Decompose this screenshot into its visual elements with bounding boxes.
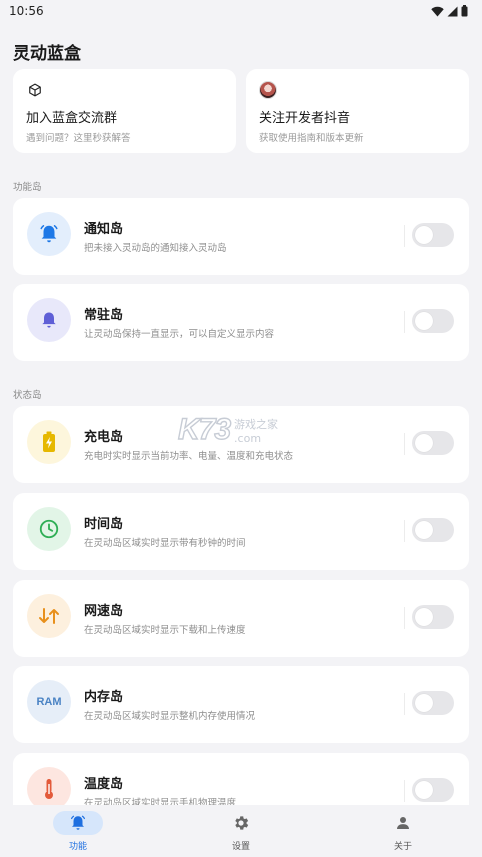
feature-desc: 把未接入灵动岛的通知接入灵动岛 — [84, 243, 227, 254]
toggle-charging[interactable] — [412, 431, 454, 455]
person-icon — [397, 817, 409, 829]
ram-icon-text: RAM — [36, 696, 62, 708]
follow-developer-subtitle: 获取使用指南和版本更新 — [259, 133, 364, 144]
gear-icon — [235, 816, 249, 830]
arrows-up-down-icon — [27, 594, 71, 638]
join-group-card[interactable]: 加入蓝盒交流群 遇到问题？这里秒获解答 — [13, 69, 236, 153]
feature-title: 时间岛 — [84, 517, 124, 532]
ram-icon: RAM — [27, 680, 71, 724]
nav-item-features[interactable]: 功能 — [38, 811, 118, 855]
toggle-temperature[interactable] — [412, 778, 454, 802]
nav-label-features: 功能 — [68, 842, 87, 852]
toggle-network-speed[interactable] — [412, 605, 454, 629]
follow-developer-card[interactable]: 关注开发者抖音 获取使用指南和版本更新 — [246, 69, 469, 153]
divider — [404, 433, 405, 455]
toggle-persistent[interactable] — [412, 309, 454, 333]
app-title: 灵动蓝盒 — [13, 44, 81, 64]
nav-item-settings[interactable]: 设置 — [201, 811, 281, 855]
toggle-memory[interactable] — [412, 691, 454, 715]
nav-label-settings: 设置 — [231, 842, 250, 852]
feature-card-time[interactable]: 时间岛 在灵动岛区域实时显示带有秒钟的时间 — [13, 493, 469, 570]
feature-title: 温度岛 — [84, 777, 124, 792]
feature-card-memory[interactable]: RAM 内存岛 在灵动岛区域实时显示整机内存使用情况 — [13, 666, 469, 743]
divider — [404, 520, 405, 542]
feature-title: 常驻岛 — [84, 308, 124, 323]
clock-icon — [27, 507, 71, 551]
wifi-icon — [431, 6, 444, 16]
nav-item-about[interactable]: 关于 — [363, 811, 443, 855]
nav-pill — [216, 811, 266, 835]
status-time: 10:56 — [9, 4, 44, 18]
feature-desc: 在灵动岛区域实时显示整机内存使用情况 — [84, 711, 256, 722]
bottom-nav: 功能 设置 关于 — [0, 805, 482, 857]
battery-icon — [461, 5, 468, 17]
toggle-time[interactable] — [412, 518, 454, 542]
join-group-title: 加入蓝盒交流群 — [26, 111, 118, 126]
feature-title: 内存岛 — [84, 690, 124, 705]
nav-pill-active — [53, 811, 103, 835]
developer-avatar — [259, 81, 277, 99]
feature-title: 充电岛 — [84, 430, 124, 445]
join-group-subtitle: 遇到问题？这里秒获解答 — [26, 133, 131, 144]
feature-desc: 在灵动岛区域实时显示下载和上传速度 — [84, 625, 246, 636]
bell-ringing-icon — [27, 212, 71, 256]
section-label-function: 功能岛 — [13, 182, 42, 193]
feature-desc: 充电时实时显示当前功率、电量、温度和充电状态 — [84, 451, 294, 462]
status-bar: 10:56 — [0, 0, 482, 22]
divider — [404, 311, 405, 333]
feature-desc: 让灵动岛保持一直显示，可以自定义显示内容 — [84, 329, 275, 340]
section-label-status: 状态岛 — [13, 390, 42, 401]
divider — [404, 607, 405, 629]
divider — [404, 780, 405, 802]
feature-title: 通知岛 — [84, 222, 124, 237]
feature-card-persistent[interactable]: 常驻岛 让灵动岛保持一直显示，可以自定义显示内容 — [13, 284, 469, 361]
cube-icon — [26, 81, 44, 99]
feature-title: 网速岛 — [84, 604, 124, 619]
feature-card-network-speed[interactable]: 网速岛 在灵动岛区域实时显示下载和上传速度 — [13, 580, 469, 657]
follow-developer-title: 关注开发者抖音 — [259, 111, 351, 126]
bell-icon — [27, 298, 71, 342]
nav-label-about: 关于 — [393, 842, 412, 852]
divider — [404, 693, 405, 715]
nav-pill — [378, 811, 428, 835]
bell-icon — [71, 815, 85, 830]
battery-charging-icon — [27, 420, 71, 464]
feature-desc: 在灵动岛区域实时显示带有秒钟的时间 — [84, 538, 246, 549]
feature-card-charging[interactable]: 充电岛 充电时实时显示当前功率、电量、温度和充电状态 — [13, 406, 469, 483]
divider — [404, 225, 405, 247]
status-icons — [431, 5, 468, 17]
signal-icon — [447, 6, 458, 16]
feature-card-notification[interactable]: 通知岛 把未接入灵动岛的通知接入灵动岛 — [13, 198, 469, 275]
toggle-notification[interactable] — [412, 223, 454, 247]
